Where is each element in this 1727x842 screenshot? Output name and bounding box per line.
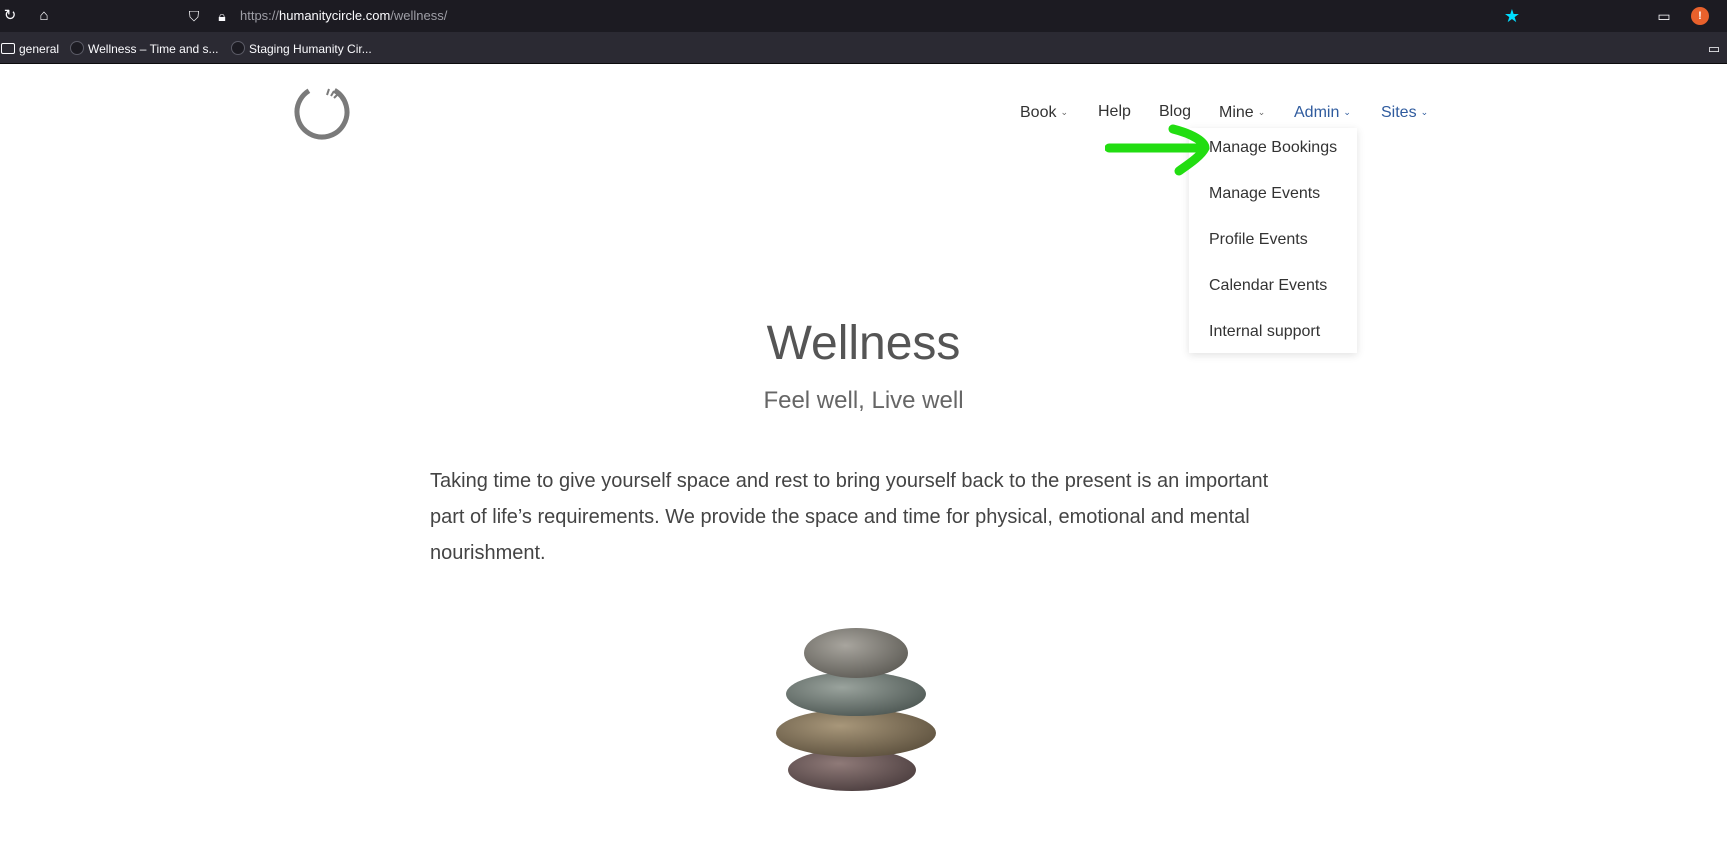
nav-blog[interactable]: Blog (1159, 102, 1191, 122)
nav-label: Admin (1294, 104, 1340, 121)
site-logo[interactable] (293, 83, 351, 141)
bookmark-label: Staging Humanity Cir... (249, 42, 372, 56)
page-title: Wellness (766, 317, 961, 370)
menu-item-manage-bookings[interactable]: Manage Bookings (1209, 138, 1337, 158)
lock-icon[interactable]: 🔒︎ (214, 7, 230, 25)
nav-label: Mine (1219, 104, 1254, 121)
bookmark-label: Wellness – Time and s... (88, 42, 219, 56)
nav-label: Help (1098, 103, 1131, 120)
other-bookmarks-folder-icon[interactable]: ▭ (1704, 39, 1724, 59)
chevron-down-icon: ⌄ (1060, 107, 1069, 117)
chevron-down-icon: ⌄ (1257, 107, 1266, 117)
nav-mine[interactable]: Mine ⌄ (1219, 102, 1265, 123)
browser-toolbar: ↻ ⌂ ⛉ 🔒︎ https://humanitycircle.com/well… (0, 0, 1727, 32)
url-scheme: https:// (240, 8, 280, 23)
annotation-arrow-icon (1105, 124, 1210, 176)
home-icon[interactable]: ⌂ (34, 6, 54, 26)
bookmark-staging[interactable]: Staging Humanity Cir... (231, 40, 372, 58)
menu-item-calendar-events[interactable]: Calendar Events (1209, 276, 1327, 296)
nav-help[interactable]: Help (1098, 102, 1131, 122)
nav-book[interactable]: Book ⌄ (1020, 102, 1068, 123)
shield-icon[interactable]: ⛉ (186, 7, 202, 25)
chevron-down-icon: ⌄ (1343, 107, 1351, 117)
reader-view-icon[interactable]: ▭ (1654, 6, 1674, 26)
bookmark-general[interactable]: general (1, 40, 59, 58)
url-host: humanitycircle.com (279, 8, 391, 23)
chevron-down-icon: ⌄ (1420, 107, 1429, 117)
extension-icon[interactable]: ! (1691, 7, 1709, 25)
url-bar[interactable]: ⛉ 🔒︎ https://humanitycircle.com/wellness… (178, 1, 1528, 31)
url-path: /wellness/ (390, 8, 448, 23)
site-icon (70, 41, 84, 55)
site-icon (231, 41, 245, 55)
nav-label: Blog (1159, 103, 1192, 120)
stacked-stones-image (776, 628, 936, 791)
intro-paragraph: Taking time to give yourself space and r… (430, 470, 1269, 564)
url-text[interactable]: https://humanitycircle.com/wellness/ (240, 8, 447, 23)
folder-icon (1, 43, 15, 54)
bookmark-star-icon[interactable]: ★ (1504, 6, 1520, 26)
nav-label: Sites (1381, 104, 1417, 121)
nav-label: Book (1020, 104, 1057, 121)
page-subtitle: Feel well, Live well (763, 387, 964, 414)
nav-sites[interactable]: Sites ⌄ (1381, 102, 1428, 123)
bookmark-wellness[interactable]: Wellness – Time and s... (70, 40, 219, 58)
bookmark-label: general (19, 42, 60, 56)
reload-icon[interactable]: ↻ (0, 6, 20, 26)
menu-item-manage-events[interactable]: Manage Events (1209, 184, 1320, 204)
menu-item-profile-events[interactable]: Profile Events (1209, 230, 1308, 250)
nav-admin[interactable]: Admin ⌄ (1294, 102, 1351, 123)
